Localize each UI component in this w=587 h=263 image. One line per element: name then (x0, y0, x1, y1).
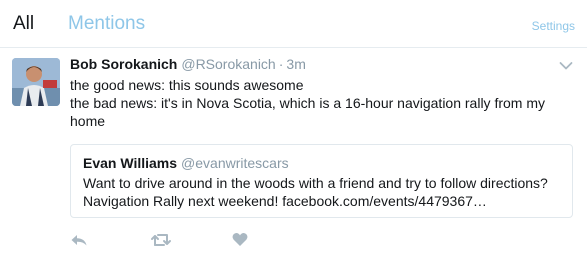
tweet-text-line: home (70, 113, 106, 129)
author-handle[interactable]: @RSorokanich (181, 56, 275, 72)
quoted-text-line: Want to drive around in the woods with a… (83, 175, 548, 191)
like-icon[interactable] (232, 232, 248, 252)
author-name[interactable]: Bob Sorokanich (70, 56, 177, 72)
quoted-author-name: Evan Williams (83, 155, 178, 171)
tweet-header: Bob Sorokanich @RSorokanich · 3m (70, 56, 306, 72)
quoted-text-line: Navigation Rally next weekend! facebook.… (83, 193, 487, 209)
quoted-tweet[interactable]: Evan Williams @evanwritescars Want to dri… (70, 144, 573, 218)
quoted-tweet-header: Evan Williams @evanwritescars (83, 155, 289, 171)
tweet-text-line: the bad news: it's in Nova Scotia, which… (70, 95, 546, 111)
quoted-tweet-text: Want to drive around in the woods with a… (83, 174, 563, 210)
tweet[interactable]: Bob Sorokanich @RSorokanich · 3m the good n… (0, 48, 587, 263)
chevron-down-icon[interactable] (559, 58, 573, 76)
separator: · (278, 56, 284, 72)
tab-all[interactable]: All (13, 13, 34, 35)
tweet-actions (70, 232, 370, 252)
timestamp[interactable]: 3m (286, 56, 305, 72)
quoted-author-handle: @evanwritescars (181, 155, 289, 171)
timeline-tabs: All Mentions Settings (0, 0, 587, 48)
tweet-text-line: the good news: this sounds awesome (70, 77, 304, 93)
settings-link[interactable]: Settings (532, 19, 575, 33)
tab-mentions[interactable]: Mentions (68, 13, 145, 35)
reply-icon[interactable] (70, 232, 88, 253)
avatar[interactable] (12, 58, 60, 106)
retweet-icon[interactable] (150, 232, 172, 253)
tweet-text: the good news: this sounds awesome the b… (70, 76, 570, 130)
avatar-image (12, 58, 60, 106)
